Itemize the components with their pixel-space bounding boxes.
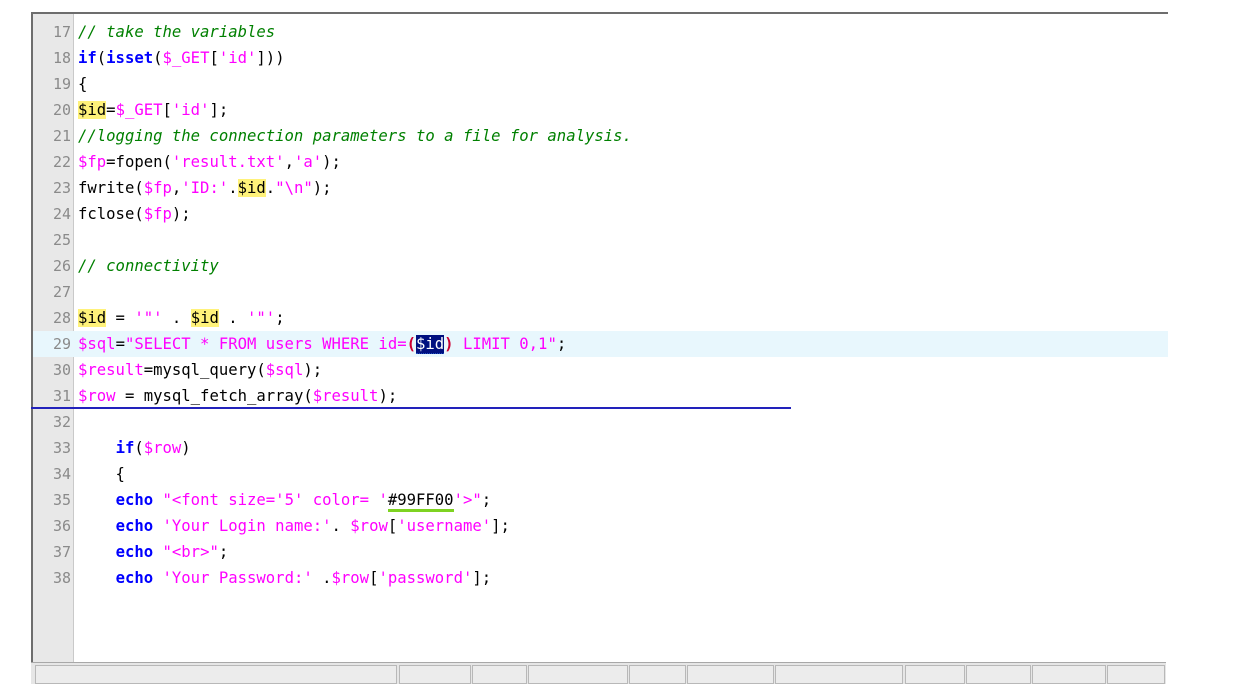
status-bar-cell <box>966 665 1031 684</box>
status-bar-cell <box>775 665 903 684</box>
code-line-27[interactable]: 27 <box>33 279 1168 305</box>
status-bar-cell <box>905 665 965 684</box>
line-number: 21 <box>52 127 71 145</box>
code-text[interactable]: fwrite($fp,'ID:'.$id."\n"); <box>78 175 332 201</box>
code-line-34[interactable]: 34 { <box>33 461 1168 487</box>
code-line-29[interactable]: 29 $sql="SELECT * FROM users WHERE id=($i… <box>33 331 1168 357</box>
code-text[interactable]: $sql="SELECT * FROM users WHERE id=($id)… <box>78 331 566 357</box>
code-text[interactable]: { <box>78 71 87 97</box>
code-line-30[interactable]: 30 $result=mysql_query($sql); <box>33 357 1168 383</box>
code-line-31[interactable]: 31 $row = mysql_fetch_array($result); <box>33 383 1168 409</box>
code-text[interactable]: if($row) <box>78 435 191 461</box>
code-line-18[interactable]: 18 if(isset($_GET['id'])) <box>33 45 1168 71</box>
line-number: 30 <box>52 361 71 379</box>
code-text[interactable]: fclose($fp); <box>78 201 191 227</box>
code-text[interactable]: echo "<font size='5' color= '#99FF00'>"; <box>78 487 491 513</box>
line-number: 29 <box>52 335 71 353</box>
code-text[interactable]: //logging the connection parameters to a… <box>78 123 632 149</box>
code-line-22[interactable]: 22 $fp=fopen('result.txt','a'); <box>33 149 1168 175</box>
line-number: 36 <box>52 517 71 535</box>
line-number: 20 <box>52 101 71 119</box>
line-number: 34 <box>52 465 71 483</box>
code-line-21[interactable]: 21 //logging the connection parameters to… <box>33 123 1168 149</box>
status-bar <box>31 662 1166 684</box>
code-line-24[interactable]: 24 fclose($fp); <box>33 201 1168 227</box>
code-text[interactable]: $id = '"' . $id . '"'; <box>78 305 285 331</box>
code-text[interactable]: { <box>78 461 125 487</box>
line-number: 19 <box>52 75 71 93</box>
status-bar-cell <box>399 665 471 684</box>
status-bar-cell <box>629 665 686 684</box>
line-number: 27 <box>52 283 71 301</box>
code-text[interactable]: // connectivity <box>78 253 219 279</box>
status-bar-cell <box>1107 665 1165 684</box>
code-text[interactable]: echo "<br>"; <box>78 539 229 565</box>
code-line-17[interactable]: 17 // take the variables <box>33 19 1168 45</box>
status-bar-cell <box>35 665 397 684</box>
line-number: 23 <box>52 179 71 197</box>
code-line-23[interactable]: 23 fwrite($fp,'ID:'.$id."\n"); <box>33 175 1168 201</box>
line-number: 37 <box>52 543 71 561</box>
line-number: 35 <box>52 491 71 509</box>
code-line-19[interactable]: 19 { <box>33 71 1168 97</box>
code-text[interactable]: $id=$_GET['id']; <box>78 97 228 123</box>
line-number: 38 <box>52 569 71 587</box>
line-number: 26 <box>52 257 71 275</box>
line-number: 25 <box>52 231 71 249</box>
code-text[interactable]: echo 'Your Login name:'. $row['username'… <box>78 513 510 539</box>
code-line-38[interactable]: 38 echo 'Your Password:' .$row['password… <box>33 565 1168 591</box>
code-line-32[interactable]: 32 <box>33 409 1168 435</box>
code-line-26[interactable]: 26 // connectivity <box>33 253 1168 279</box>
code-line-28[interactable]: 28 $id = '"' . $id . '"'; <box>33 305 1168 331</box>
code-text[interactable]: $fp=fopen('result.txt','a'); <box>78 149 341 175</box>
code-text[interactable]: if(isset($_GET['id'])) <box>78 45 285 71</box>
code-line-33[interactable]: 33 if($row) <box>33 435 1168 461</box>
line-number: 22 <box>52 153 71 171</box>
code-text[interactable]: $row = mysql_fetch_array($result); <box>78 383 397 409</box>
line-number: 18 <box>52 49 71 67</box>
code-line-20[interactable]: 20 $id=$_GET['id']; <box>33 97 1168 123</box>
status-bar-cell <box>472 665 527 684</box>
code-editor[interactable]: 17 // take the variables 18 if(isset($_GET[… <box>31 12 1168 664</box>
code-text[interactable]: echo 'Your Password:' .$row['password']; <box>78 565 492 591</box>
code-text[interactable]: // take the variables <box>78 19 275 45</box>
line-number: 32 <box>52 413 71 431</box>
line-number: 17 <box>52 23 71 41</box>
line-number: 33 <box>52 439 71 457</box>
code-text[interactable]: $result=mysql_query($sql); <box>78 357 322 383</box>
code-line-35[interactable]: 35 echo "<font size='5' color= '#99FF00'… <box>33 487 1168 513</box>
status-bar-cell <box>687 665 774 684</box>
line-number: 28 <box>52 309 71 327</box>
code-line-37[interactable]: 37 echo "<br>"; <box>33 539 1168 565</box>
search-highlight-underline <box>31 407 791 409</box>
code-line-36[interactable]: 36 echo 'Your Login name:'. $row['userna… <box>33 513 1168 539</box>
line-number: 31 <box>52 387 71 405</box>
line-number: 24 <box>52 205 71 223</box>
status-bar-cell <box>528 665 628 684</box>
status-bar-cell <box>1032 665 1106 684</box>
code-line-25[interactable]: 25 <box>33 227 1168 253</box>
